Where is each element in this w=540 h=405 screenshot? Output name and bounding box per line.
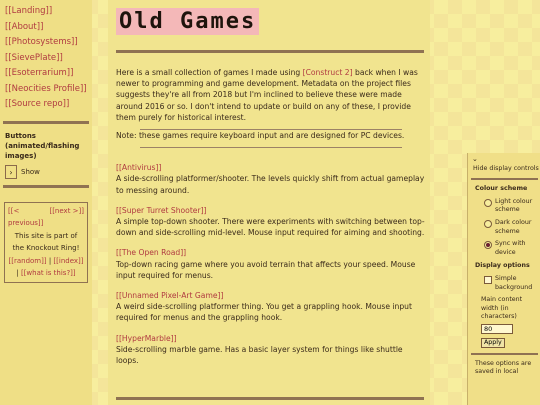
chevron-right-icon: › — [5, 165, 17, 179]
simple-background-checkbox[interactable] — [484, 275, 492, 284]
bottom-divider — [116, 397, 424, 400]
webring-text: This site is part of the Knockout Ring! — [12, 231, 80, 253]
game-link-the-open-road[interactable]: [[The Open Road]] — [116, 248, 186, 257]
chevron-down-icon: ⌄ — [472, 155, 478, 163]
dark-scheme-label: Dark colour scheme — [495, 218, 532, 235]
panel-footer-text: These options are saved in local — [475, 359, 532, 376]
sync-scheme-radio[interactable] — [484, 241, 492, 250]
content-width-label: Main content width (in characters) — [481, 296, 523, 321]
display-options-heading: Display options — [475, 262, 530, 270]
dark-scheme-radio[interactable] — [484, 219, 492, 228]
nav-link-about[interactable]: [[About]] — [5, 20, 92, 36]
note-text: Note: these games require keyboard input… — [116, 131, 405, 141]
apply-button[interactable]: Apply — [481, 337, 505, 348]
webring-index-link[interactable]: [[index]] — [53, 257, 83, 265]
buttons-heading: Buttons (animated/flashing images) — [5, 131, 80, 160]
sidebar: [[Landing]] [[About]] [[Photosystems]] [… — [0, 0, 92, 405]
webring-box: [[< previous]] [[next >]] This site is p… — [4, 201, 88, 283]
game-item: [[HyperMarble]] Side-scrolling marble ga… — [116, 333, 426, 367]
game-description: Side-scrolling marble game. Has a basic … — [116, 344, 403, 366]
game-description: A side-scrolling platformer/shooter. The… — [116, 174, 425, 195]
game-link-unnamed-pixel-art-game[interactable]: [[Unnamed Pixel-Art Game]] — [116, 291, 223, 300]
light-scheme-radio[interactable] — [484, 198, 492, 207]
nav-link-landing[interactable]: [[Landing]] — [5, 4, 92, 20]
show-label: Show — [21, 168, 40, 176]
dark-scheme-option[interactable]: Dark colour scheme — [484, 219, 540, 236]
sidebar-divider — [3, 184, 89, 188]
sync-scheme-option[interactable]: Sync with device — [484, 240, 540, 257]
game-link-super-turret-shooter[interactable]: [[Super Turret Shooter]] — [116, 206, 207, 215]
game-link-hypermarble[interactable]: [[HyperMarble]] — [116, 334, 177, 343]
simple-background-option[interactable]: Simple background — [484, 275, 540, 292]
webring-next-link[interactable]: [[next >]] — [49, 205, 84, 230]
display-controls-panel: ⌄ Hide display controls Colour scheme Li… — [467, 153, 540, 405]
sidebar-divider — [3, 120, 89, 124]
sidebar-nav: [[Landing]] [[About]] [[Photosystems]] [… — [5, 4, 92, 113]
game-link-antivirus[interactable]: [[Antivirus]] — [116, 163, 161, 172]
sync-scheme-label: Sync with device — [495, 240, 526, 256]
nav-link-source-repo[interactable]: [[Source repo]] — [5, 97, 92, 113]
panel-divider — [471, 352, 538, 355]
panel-divider — [471, 178, 538, 181]
page-title: Old Games — [116, 8, 260, 35]
construct2-link[interactable]: [Construct 2] — [303, 68, 353, 77]
game-list: [[Antivirus]] A side-scrolling platforme… — [116, 162, 426, 366]
webring-what-link[interactable]: [[what is this?]] — [21, 269, 76, 277]
hide-controls-label[interactable]: Hide display controls — [473, 165, 540, 174]
game-item: [[Super Turret Shooter]] A simple top-do… — [116, 205, 426, 239]
simple-background-label: Simple background — [495, 274, 533, 291]
game-item: [[Unnamed Pixel-Art Game]] A weird side-… — [116, 290, 426, 324]
webring-previous-link[interactable]: [[< previous]] — [8, 205, 43, 230]
light-scheme-label: Light colour scheme — [495, 197, 533, 214]
game-description: Top-down racing game where you avoid ter… — [116, 259, 416, 280]
game-item: [[Antivirus]] A side-scrolling platforme… — [116, 162, 426, 196]
nav-link-neocities-profile[interactable]: [[Neocities Profile]] — [5, 82, 92, 98]
section-divider — [140, 147, 402, 149]
light-scheme-option[interactable]: Light colour scheme — [484, 198, 540, 215]
hide-controls-toggle[interactable]: ⌄ — [472, 155, 540, 165]
nav-link-esoterrarium[interactable]: [[Esoterrarium]] — [5, 66, 92, 82]
title-divider — [116, 50, 424, 53]
game-description: A weird side-scrolling platformer thing.… — [116, 302, 412, 323]
webring-random-link[interactable]: [[random]] — [9, 257, 47, 265]
buttons-toggle[interactable]: › Show — [5, 165, 92, 179]
content-width-input[interactable] — [481, 323, 513, 334]
colour-scheme-heading: Colour scheme — [475, 185, 528, 193]
intro-paragraph: Here is a small collection of games I ma… — [116, 68, 418, 122]
nav-link-photosystems[interactable]: [[Photosystems]] — [5, 35, 92, 51]
nav-link-sieveplate[interactable]: [[SievePlate]] — [5, 51, 92, 67]
game-item: [[The Open Road]] Top-down racing game w… — [116, 247, 426, 281]
game-description: A simple top-down shooter. There were ex… — [116, 217, 425, 238]
main-content: Old Games Here is a small collection of … — [108, 0, 430, 405]
